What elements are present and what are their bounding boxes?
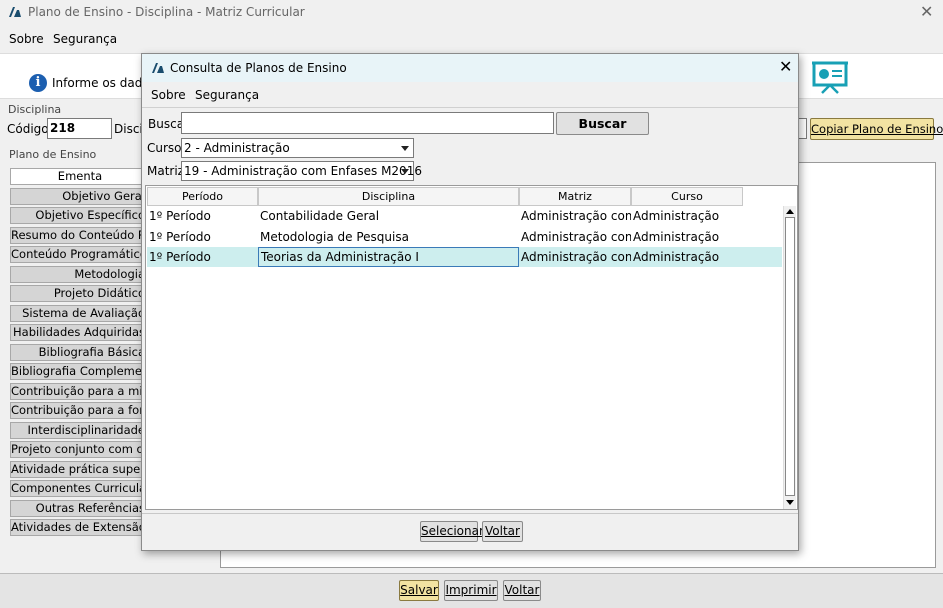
main-titlebar: Plano de Ensino - Disciplina - Matriz Cu…	[0, 0, 943, 26]
chevron-down-icon	[401, 146, 409, 151]
table-cell: Administração	[633, 250, 720, 264]
tab-plano-item[interactable]: Habilidades Adquiridas	[10, 324, 150, 341]
matriz-value: 19 - Administração com Enfases M2016	[184, 164, 422, 178]
presentation-icon	[812, 61, 848, 94]
copiar-plano-label: Copiar Plano de Ensino	[811, 122, 943, 136]
tab-plano-item[interactable]: Atividade prática supervisionada	[10, 460, 150, 478]
copiar-plano-button[interactable]: Copiar Plano de Ensino	[810, 118, 943, 140]
tab-plano-item[interactable]: Resumo do Conteúdo Programático	[10, 226, 150, 244]
info-icon: i	[29, 74, 47, 92]
voltar-main-label: Voltar	[504, 583, 540, 597]
dialog-menu-seguranca[interactable]: Segurança	[195, 88, 259, 102]
dialog-menu-sobre[interactable]: Sobre	[151, 88, 186, 102]
results-table: Período Disciplina Matriz Curso 1º Perío…	[145, 185, 798, 510]
main-title: Plano de Ensino - Disciplina - Matriz Cu…	[28, 5, 305, 19]
col-disciplina-label: Disciplina	[361, 190, 416, 203]
table-scrollbar[interactable]	[783, 206, 796, 509]
tab-plano-item[interactable]: Interdisciplinaridade	[10, 421, 150, 439]
imprimir-button[interactable]: Imprimir	[444, 580, 498, 601]
col-curso-label: Curso	[671, 190, 703, 203]
dialog-menu-divider	[142, 107, 798, 108]
dialog-title: Consulta de Planos de Ensino	[170, 61, 347, 75]
scroll-thumb[interactable]	[785, 217, 795, 496]
codigo-label: Código:	[7, 122, 53, 136]
curso-label: Curso:	[147, 141, 186, 155]
tab-plano-item[interactable]: Projeto conjunto com outras	[10, 441, 150, 458]
close-icon[interactable]: ✕	[920, 2, 933, 21]
col-disciplina[interactable]: Disciplina	[258, 187, 519, 206]
chevron-down-icon	[401, 169, 409, 174]
consulta-dialog: Consulta de Planos de Ensino ✕ Sobre Seg…	[141, 53, 799, 551]
tab-plano-item[interactable]: Projeto Didático	[10, 285, 150, 302]
table-cell: 1º Período	[149, 250, 211, 264]
tab-plano-item[interactable]: Outras Referências	[10, 499, 150, 517]
curso-value: 2 - Administração	[184, 141, 290, 155]
tab-plano-item[interactable]: Sistema de Avaliação	[10, 304, 150, 322]
scroll-down-icon[interactable]	[786, 500, 794, 505]
selecionar-label: Selecionar	[421, 524, 484, 538]
col-curso[interactable]: Curso	[631, 187, 743, 206]
menu-sobre[interactable]: Sobre	[9, 32, 44, 46]
tab-plano-item[interactable]: Contribuição para a missão	[10, 382, 150, 400]
disciplina-group-label: Disciplina	[8, 103, 62, 116]
table-cell: Teorias da Administração I	[258, 247, 519, 267]
table-row[interactable]: 1º Período Teorias da Administração I Admi…	[147, 247, 782, 267]
salvar-label: Salvar	[400, 583, 438, 597]
menu-seguranca-label: Segurança	[53, 32, 118, 46]
busca-input[interactable]	[181, 112, 554, 134]
dialog-titlebar: Consulta de Planos de Ensino ✕	[142, 54, 798, 82]
table-cell: Administração com ...	[521, 229, 631, 244]
col-periodo-label: Período	[181, 190, 224, 203]
tab-plano-item[interactable]: Objetivo Específico	[10, 207, 150, 224]
menu-sobre-label: Sobre	[9, 32, 44, 46]
busca-label: Busca	[148, 117, 185, 131]
buscar-button[interactable]: Buscar	[556, 112, 649, 135]
tab-plano-item[interactable]: Bibliografia Básica	[10, 343, 150, 361]
curso-select[interactable]: 2 - Administração	[181, 138, 414, 158]
tab-plano-item[interactable]: Componentes Curriculares	[10, 480, 150, 497]
table-cell: Administração	[633, 229, 720, 244]
table-cell: Metodologia de Pesquisa	[260, 229, 409, 244]
selecionar-button[interactable]: Selecionar	[420, 521, 484, 542]
plano-group-label: Plano de Ensino	[9, 148, 97, 161]
matriz-select[interactable]: 19 - Administração com Enfases M2016	[181, 161, 422, 181]
menu-seguranca[interactable]: Segurança	[53, 32, 117, 46]
codigo-field[interactable]: 218	[47, 118, 112, 139]
table-cell: Administração com ...	[521, 209, 631, 223]
app-logo-icon	[9, 7, 21, 17]
table-row[interactable]: 1º Período Contabilidade Geral Administraç…	[147, 206, 782, 226]
scroll-up-icon[interactable]	[786, 209, 794, 214]
voltar-dialog-label: Voltar	[485, 524, 520, 538]
tab-plano-item[interactable]: Objetivo Geral	[10, 187, 150, 205]
salvar-button[interactable]: Salvar	[399, 580, 439, 601]
col-matriz-label: Matriz	[558, 190, 592, 203]
table-header: Período Disciplina Matriz Curso	[147, 187, 782, 206]
table-cell: Administração	[633, 209, 720, 223]
codigo-value: 218	[50, 121, 76, 135]
table-cell: Administração com ...	[521, 250, 631, 264]
main-menubar: Sobre Segurança	[0, 28, 943, 50]
table-cell: 1º Período	[149, 209, 211, 223]
dialog-close-icon[interactable]: ✕	[779, 57, 792, 76]
table-cell: Contabilidade Geral	[260, 209, 380, 223]
tab-plano-item[interactable]: Conteúdo Programático	[10, 246, 150, 263]
tab-plano-item[interactable]: Metodologia	[10, 265, 150, 283]
tab-plano-item[interactable]: Contribuição para a formação	[10, 402, 150, 419]
imprimir-label: Imprimir	[445, 583, 497, 597]
dialog-logo-icon	[152, 63, 164, 73]
table-cell: 1º Período	[149, 229, 211, 244]
voltar-main-button[interactable]: Voltar	[503, 580, 541, 601]
dialog-footer-divider	[142, 513, 798, 514]
buscar-label: Buscar	[578, 116, 627, 131]
dialog-menu-seguranca-label: Segurança	[195, 88, 260, 102]
col-matriz[interactable]: Matriz	[519, 187, 631, 206]
tab-plano-item[interactable]: Ementa	[10, 168, 150, 185]
tab-plano-item[interactable]: Atividades de Extensão	[10, 519, 150, 536]
tab-plano-item[interactable]: Bibliografia Complementar	[10, 363, 150, 380]
dialog-menu-sobre-label: Sobre	[151, 88, 186, 102]
table-row[interactable]: 1º Período Metodologia de Pesquisa Adminis…	[147, 227, 782, 247]
col-periodo[interactable]: Período	[147, 187, 258, 206]
voltar-dialog-button[interactable]: Voltar	[482, 521, 523, 542]
